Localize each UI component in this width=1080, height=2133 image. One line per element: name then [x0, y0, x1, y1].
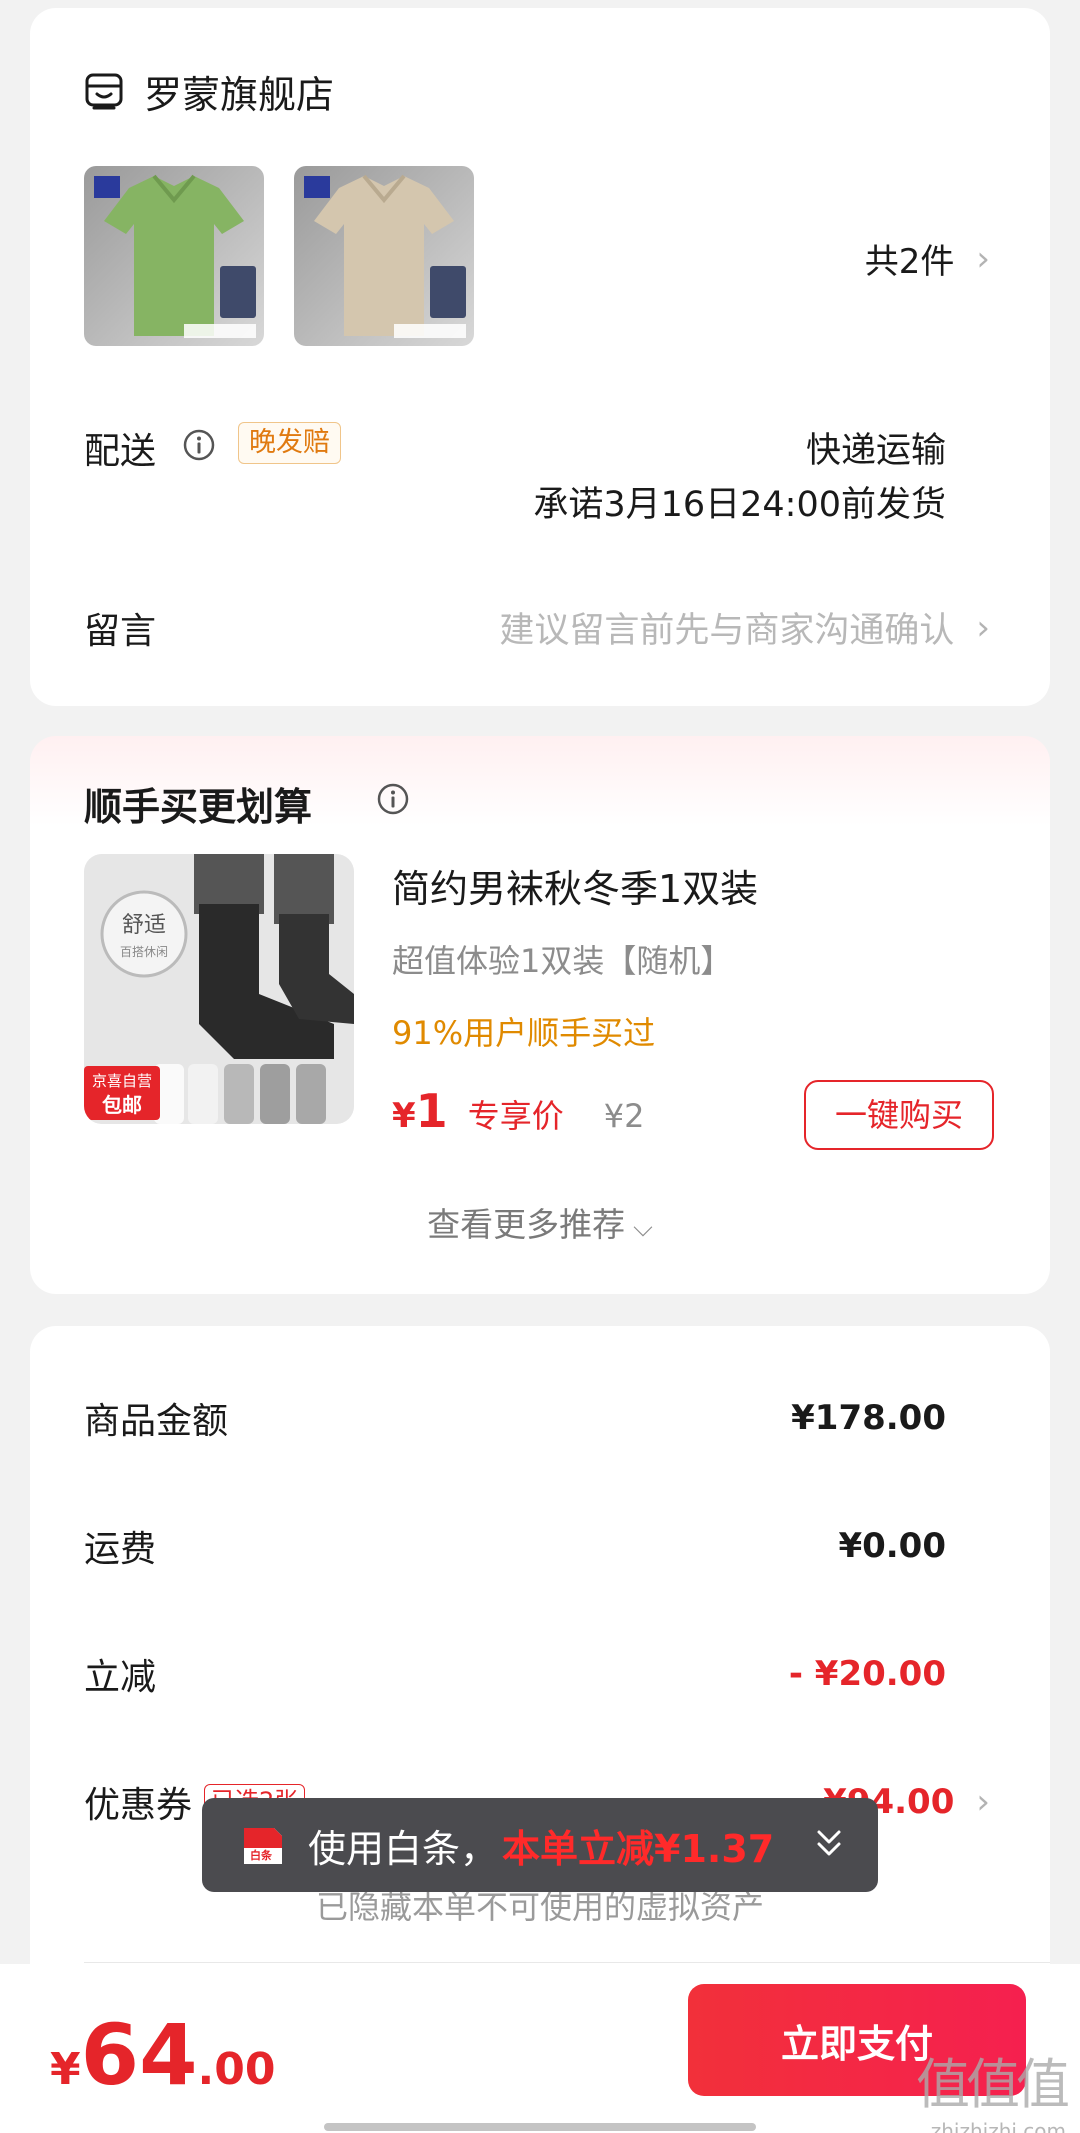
image-tag-text: 包邮	[102, 1093, 142, 1117]
baitiao-icon: 白条	[244, 1828, 282, 1864]
discount-value: - ¥20.00	[788, 1654, 946, 1694]
more-recommendations-link[interactable]: 查看更多推荐 ⌵	[30, 1198, 1050, 1246]
store-name: 罗蒙旗舰店	[144, 73, 335, 117]
chevron-down-icon: ⌵	[633, 1213, 653, 1243]
total-price: ¥ 64 .00	[50, 2006, 275, 2104]
order-summary-card: 商品金额 ¥178.00 运费 ¥0.00 立减 - ¥20.00 优惠券 已选…	[30, 1326, 1050, 2026]
exclusive-price-tag: 专享价	[467, 1097, 564, 1135]
late-shipment-badge: 晚发赔	[238, 422, 341, 464]
price-currency: ¥	[392, 1096, 416, 1136]
discount-row: 立减 - ¥20.00	[84, 1648, 946, 1700]
recommended-product-spec: 超值体验1双装【随机】	[392, 942, 733, 980]
goods-amount-row: 商品金额 ¥178.00	[84, 1392, 946, 1444]
one-click-buy-button[interactable]: 一键购买	[804, 1080, 994, 1150]
delivery-label: 配送	[84, 431, 157, 472]
green-polo-shirt-image	[84, 166, 264, 346]
total-integer: 64	[80, 2006, 198, 2104]
store-icon	[85, 73, 123, 109]
item-count-link[interactable]: 共2件 ›	[865, 234, 990, 283]
baitiao-promo-toast[interactable]: 白条 使用白条， 本单立减¥1.37	[202, 1798, 878, 1892]
message-placeholder: 建议留言前先与商家沟通确认	[499, 611, 955, 651]
socks-product-image[interactable]: 舒适 百搭休闲 京喜自营 包邮	[84, 854, 354, 1124]
shipping-promise: 承诺3月16日24:00前发货	[533, 485, 946, 525]
recommended-price: 1	[415, 1084, 448, 1138]
chevron-right-icon: ›	[976, 238, 990, 279]
baitiao-icon-label: 白条	[250, 1848, 273, 1862]
recommended-price-row: ¥ 1 专享价 ¥2	[392, 1084, 644, 1138]
shipping-method: 快递运输	[805, 431, 946, 471]
image-badge-subtext: 百搭休闲	[120, 945, 168, 959]
double-chevron-down-icon	[817, 1830, 841, 1856]
total-currency: ¥	[50, 2044, 81, 2095]
goods-amount-value: ¥178.00	[791, 1398, 946, 1438]
divider	[84, 1962, 1050, 1963]
info-icon[interactable]	[182, 428, 216, 462]
info-icon[interactable]	[376, 782, 410, 816]
image-tag-text: 京喜自营	[92, 1072, 152, 1090]
coupon-label: 优惠券	[84, 1785, 193, 1826]
message-input[interactable]: 建议留言前先与商家沟通确认 ›	[499, 602, 990, 653]
chevron-right-icon: ›	[976, 1782, 990, 1822]
recommendation-title: 顺手买更划算	[84, 785, 313, 829]
total-decimal: .00	[197, 2044, 276, 2095]
item-count: 共2件	[864, 242, 955, 282]
watermark-url: zhizhizhi.com	[930, 2119, 1066, 2133]
freight-row: 运费 ¥0.00	[84, 1520, 946, 1572]
watermark-logo: 值值值	[916, 2053, 1070, 2116]
store-card: 罗蒙旗舰店 共2件 › 配送 晚发赔 快递运输 承诺3月16日24:00前发货 …	[30, 8, 1050, 706]
home-indicator[interactable]	[324, 2123, 756, 2131]
socks-image: 舒适 百搭休闲 京喜自营 包邮	[84, 854, 354, 1124]
message-label: 留言	[84, 611, 157, 652]
store-header[interactable]: 罗蒙旗舰店	[84, 64, 334, 119]
watermark: 值值值 zhizhizhi.com	[916, 2040, 1070, 2133]
chevron-right-icon: ›	[976, 607, 990, 648]
original-price: ¥2	[603, 1097, 645, 1135]
hidden-assets-label: 已隐藏本单不可使用的虚拟资产	[315, 1888, 764, 1926]
toast-highlight: 本单立减¥1.37	[502, 1826, 775, 1871]
recommended-product-name[interactable]: 简约男袜秋冬季1双装	[392, 858, 758, 913]
recommendation-card: 顺手买更划算 舒适 百搭休闲 京喜自营 包邮 简约男袜秋冬季1双装 超值体验1双…	[30, 736, 1050, 1294]
more-recommendations-label: 查看更多推荐	[427, 1205, 626, 1244]
bought-rate-text: 91%用户顺手买过	[392, 1014, 656, 1052]
freight-value: ¥0.00	[838, 1526, 946, 1566]
beige-polo-shirt-image	[294, 166, 474, 346]
product-thumbnail-green-shirt[interactable]	[84, 166, 264, 346]
goods-amount-label: 商品金额	[84, 1401, 229, 1442]
image-badge-text: 舒适	[122, 913, 166, 938]
discount-label: 立减	[84, 1657, 157, 1698]
toast-text: 使用白条，	[308, 1826, 499, 1871]
freight-label: 运费	[84, 1529, 157, 1570]
product-thumbnail-beige-shirt[interactable]	[294, 166, 474, 346]
